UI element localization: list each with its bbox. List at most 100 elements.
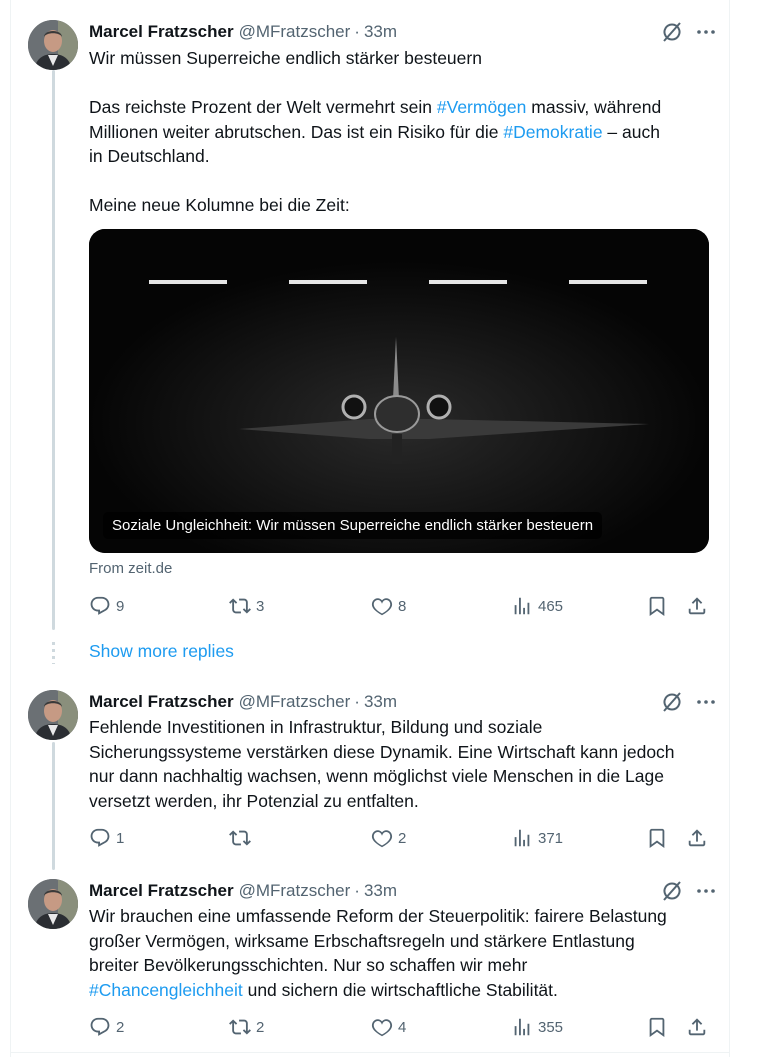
reply-icon xyxy=(89,1016,111,1038)
share-icon xyxy=(686,1016,708,1038)
text-line: nur dann nachhaltig wachsen, wenn möglic… xyxy=(89,766,664,786)
tweet[interactable]: Marcel Fratzscher @MFratzscher · 33m Wir… xyxy=(28,879,718,1049)
text-line: Meine neue Kolumne bei die Zeit: xyxy=(89,195,350,215)
timestamp[interactable]: 33m xyxy=(364,881,397,901)
separator: · xyxy=(354,692,360,711)
bookmark-icon xyxy=(646,827,668,849)
tweet-text: Fehlende Investitionen in Infrastruktur,… xyxy=(89,715,708,813)
grok-icon[interactable] xyxy=(660,879,684,903)
share-button[interactable] xyxy=(686,1016,708,1038)
view-count: 465 xyxy=(538,597,564,615)
tweet-header: Marcel Fratzscher @MFratzscher · 33m xyxy=(89,20,718,44)
header-actions xyxy=(660,879,718,903)
tweet[interactable]: Marcel Fratzscher @MFratzscher · 33m Wir… xyxy=(28,20,718,630)
repost-button[interactable] xyxy=(229,827,371,849)
tweet-header: Marcel Fratzscher @MFratzscher · 33m xyxy=(89,690,718,714)
hashtag-link[interactable]: #Demokratie xyxy=(503,122,602,142)
like-button[interactable]: 4 xyxy=(371,1016,511,1038)
repost-count: 3 xyxy=(256,597,265,615)
reply-icon xyxy=(89,595,111,617)
text-line: Millionen weiter abrutschen. Das ist ein… xyxy=(89,121,660,142)
like-button[interactable]: 2 xyxy=(371,827,511,849)
reply-button[interactable]: 1 xyxy=(89,827,229,849)
tweet-header: Marcel Fratzscher @MFratzscher · 33m xyxy=(89,879,718,903)
like-count: 8 xyxy=(398,597,407,615)
text-line: Fehlende Investitionen in Infrastruktur,… xyxy=(89,717,543,737)
like-icon xyxy=(371,1016,393,1038)
reply-count: 1 xyxy=(116,829,125,847)
jet-photo xyxy=(89,229,709,553)
text-line: großer Vermögen, wirksame Erbschaftsrege… xyxy=(89,930,635,951)
separator: · xyxy=(354,22,360,41)
views-icon xyxy=(511,595,533,617)
author-name[interactable]: Marcel Fratzscher xyxy=(89,22,234,42)
more-icon[interactable] xyxy=(694,20,718,44)
link-card-image[interactable]: Soziale Ungleichheit: Wir müssen Superre… xyxy=(89,229,709,553)
text-line: versetzt werden, ihr Potenzial zu entfal… xyxy=(89,790,419,811)
reply-icon xyxy=(89,827,111,849)
reply-count: 9 xyxy=(116,597,125,615)
text-line: in Deutschland. xyxy=(89,146,210,166)
text-line: Wir müssen Superreiche endlich stärker b… xyxy=(89,48,482,68)
repost-count: 2 xyxy=(256,1018,265,1036)
action-bar: 1 2 371 xyxy=(89,826,708,850)
views-button[interactable]: 371 xyxy=(511,827,563,849)
share-icon xyxy=(686,595,708,617)
tweet[interactable]: Marcel Fratzscher @MFratzscher · 33m Feh… xyxy=(28,690,718,870)
repost-button[interactable]: 3 xyxy=(229,595,371,617)
avatar[interactable] xyxy=(28,20,78,70)
action-bar: 9 3 8 465 xyxy=(89,594,708,618)
more-icon[interactable] xyxy=(694,879,718,903)
bookmark-button[interactable] xyxy=(646,1016,668,1038)
like-count: 4 xyxy=(398,1018,407,1036)
bookmark-icon xyxy=(646,595,668,617)
header-actions xyxy=(660,690,718,714)
bookmark-icon xyxy=(646,1016,668,1038)
author-handle[interactable]: @MFratzscher xyxy=(239,692,351,712)
divider xyxy=(10,1052,730,1053)
hashtag-link[interactable]: #Vermögen xyxy=(437,97,527,117)
action-bar: 2 2 4 355 xyxy=(89,1015,708,1039)
views-icon xyxy=(511,1016,533,1038)
grok-icon[interactable] xyxy=(660,20,684,44)
like-icon xyxy=(371,827,393,849)
like-button[interactable]: 8 xyxy=(371,595,511,617)
reply-button[interactable]: 2 xyxy=(89,1016,229,1038)
author-name[interactable]: Marcel Fratzscher xyxy=(89,692,234,712)
views-icon xyxy=(511,827,533,849)
share-button[interactable] xyxy=(686,595,708,617)
link-source[interactable]: From zeit.de xyxy=(89,560,172,577)
timestamp[interactable]: 33m xyxy=(364,22,397,42)
bookmark-button[interactable] xyxy=(646,595,668,617)
hashtag-link[interactable]: #Chancengleichheit xyxy=(89,980,243,1000)
avatar[interactable] xyxy=(28,690,78,740)
grok-icon[interactable] xyxy=(660,690,684,714)
share-icon xyxy=(686,827,708,849)
separator: · xyxy=(354,881,360,900)
views-button[interactable]: 355 xyxy=(511,1016,563,1038)
repost-button[interactable]: 2 xyxy=(229,1016,371,1038)
text-line: #Chancengleichheit und sichern die wirts… xyxy=(89,979,558,1000)
avatar[interactable] xyxy=(28,879,78,929)
more-icon[interactable] xyxy=(694,690,718,714)
author-handle[interactable]: @MFratzscher xyxy=(239,22,351,42)
thread-dots xyxy=(52,642,55,664)
tweet-text: Wir brauchen eine umfassende Reform der … xyxy=(89,904,708,1002)
show-more-replies-link[interactable]: Show more replies xyxy=(89,641,234,662)
views-button[interactable]: 465 xyxy=(511,595,563,617)
text-line: breiter Bevölkerungsschichten. Nur so sc… xyxy=(89,955,528,975)
tweet-text: Wir müssen Superreiche endlich stärker b… xyxy=(89,46,708,218)
reply-count: 2 xyxy=(116,1018,125,1036)
bookmark-button[interactable] xyxy=(646,827,668,849)
repost-icon xyxy=(229,1016,251,1038)
header-actions xyxy=(660,20,718,44)
reply-button[interactable]: 9 xyxy=(89,595,229,617)
view-count: 371 xyxy=(538,829,564,847)
timestamp[interactable]: 33m xyxy=(364,692,397,712)
like-icon xyxy=(371,595,393,617)
link-card-title[interactable]: Soziale Ungleichheit: Wir müssen Superre… xyxy=(103,512,603,539)
author-name[interactable]: Marcel Fratzscher xyxy=(89,881,234,901)
view-count: 355 xyxy=(538,1018,564,1036)
author-handle[interactable]: @MFratzscher xyxy=(239,881,351,901)
share-button[interactable] xyxy=(686,827,708,849)
